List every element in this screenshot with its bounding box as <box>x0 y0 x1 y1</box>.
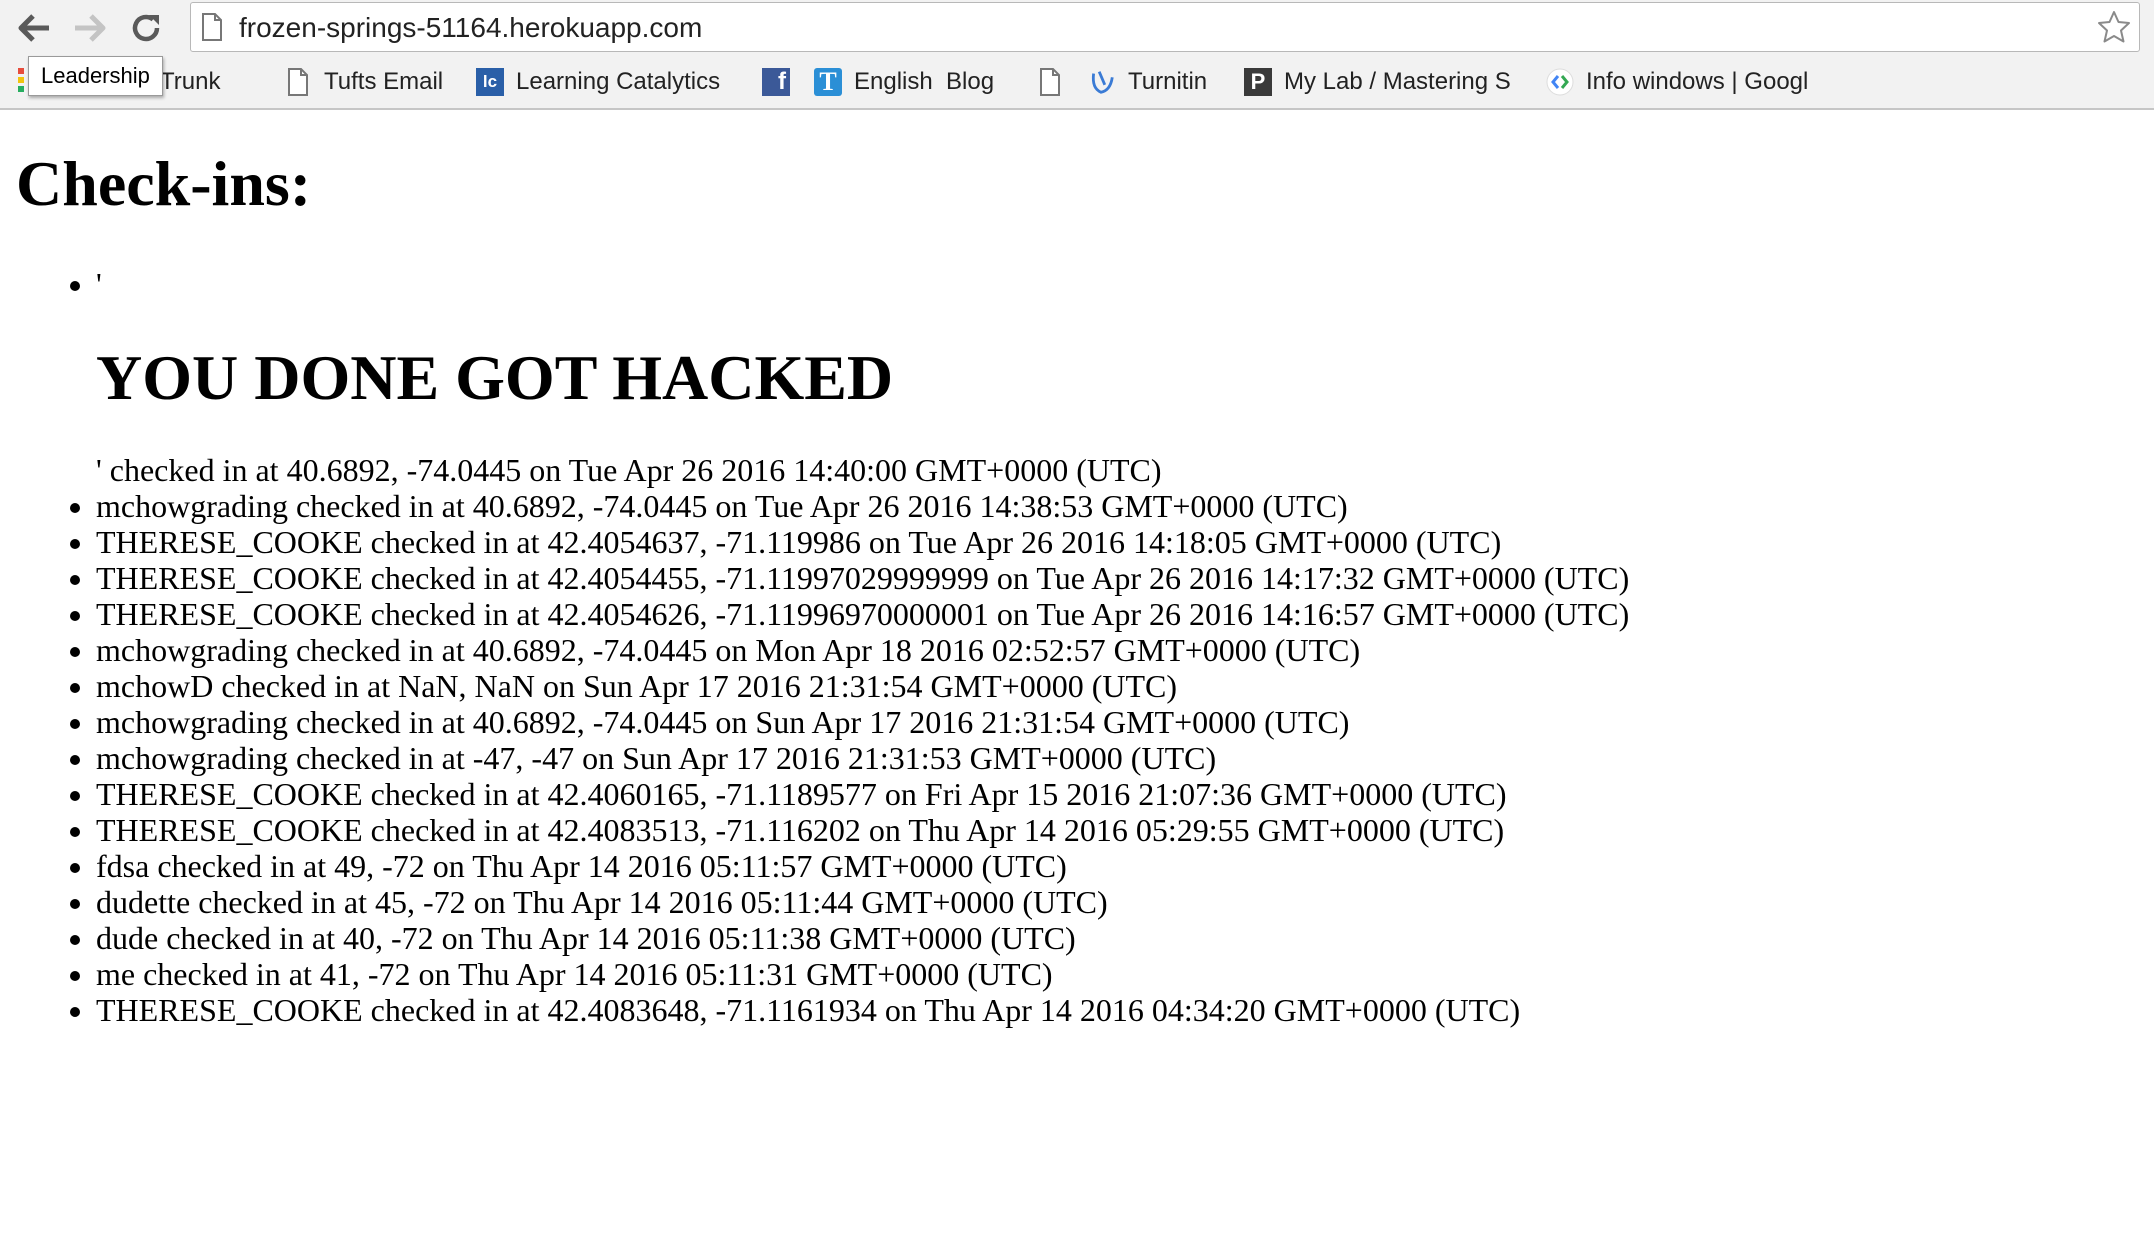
forward-arrow-icon <box>75 14 106 42</box>
list-item: THERESE_COOKE checked in at 42.4083513, … <box>96 812 2136 848</box>
list-item: THERESE_COOKE checked in at 42.4054626, … <box>96 596 2136 632</box>
checkin-list: ' YOU DONE GOT HACKED ' checked in at 40… <box>16 266 2136 1028</box>
bookmark-tooltip: Leadership <box>28 56 163 96</box>
bookmark-untitled[interactable] <box>1036 64 1076 100</box>
list-item: THERESE_COOKE checked in at 42.4054637, … <box>96 524 2136 560</box>
back-button[interactable] <box>14 8 54 48</box>
list-item: dude checked in at 40, -72 on Thu Apr 14… <box>96 920 2136 956</box>
forward-button[interactable] <box>70 8 110 48</box>
reload-button[interactable] <box>126 8 166 48</box>
facebook-icon: f <box>762 68 790 96</box>
page-icon <box>284 68 312 96</box>
bookmark-label: Learning Catalytics <box>516 68 721 95</box>
page-icon <box>201 13 223 46</box>
bookmark-label: Tufts Email <box>324 68 444 95</box>
list-item: mchowgrading checked in at 40.6892, -74.… <box>96 632 2136 668</box>
bookmark-label: Info windows | Googl <box>1586 68 1809 95</box>
bookmark-label: My Lab / Mastering S <box>1284 68 1511 95</box>
list-item-injected: ' YOU DONE GOT HACKED ' checked in at 40… <box>96 266 2136 488</box>
browser-toolbar: frozen-springs-51164.herokuapp.com <box>0 0 2154 56</box>
pearson-icon: P <box>1244 68 1272 96</box>
bookmark-english-blog[interactable]: T English Blog <box>814 64 994 100</box>
list-item: mchowgrading checked in at -47, -47 on S… <box>96 740 2136 776</box>
bookmark-star-icon[interactable] <box>2097 10 2131 49</box>
bookmark-mylab-mastering[interactable]: P My Lab / Mastering S <box>1244 64 1512 100</box>
list-item: fdsa checked in at 49, -72 on Thu Apr 14… <box>96 848 2136 884</box>
url-text[interactable]: frozen-springs-51164.herokuapp.com <box>239 12 702 44</box>
bookmark-label: English Blog <box>854 68 995 95</box>
reload-icon <box>132 14 160 42</box>
back-arrow-icon <box>18 14 49 42</box>
page-icon <box>1036 68 1064 96</box>
bookmark-tufts-email[interactable]: Tufts Email <box>284 64 443 100</box>
bookmark-label: Trunk <box>160 68 221 95</box>
list-item: THERESE_COOKE checked in at 42.4060165, … <box>96 776 2136 812</box>
bookmark-label: Turnitin <box>1128 68 1208 95</box>
list-item: dudette checked in at 45, -72 on Thu Apr… <box>96 884 2136 920</box>
list-item: me checked in at 41, -72 on Thu Apr 14 2… <box>96 956 2136 992</box>
list-item: THERESE_COOKE checked in at 42.4054455, … <box>96 560 2136 596</box>
turnitin-icon <box>1088 68 1116 96</box>
learning-catalytics-icon: lc <box>476 68 504 96</box>
injected-checkin-text: ' checked in at 40.6892, -74.0445 on Tue… <box>96 452 1162 488</box>
list-item: THERESE_COOKE checked in at 42.4083648, … <box>96 992 2136 1028</box>
typepad-icon: T <box>814 67 842 96</box>
bookmark-turnitin[interactable]: Turnitin <box>1088 64 1207 100</box>
list-item: mchowgrading checked in at 40.6892, -74.… <box>96 704 2136 740</box>
page-content: Check-ins: ' YOU DONE GOT HACKED ' check… <box>16 110 2136 1029</box>
bookmark-info-windows[interactable]: Info windows | Googl <box>1546 64 1814 100</box>
bookmark-facebook[interactable]: f <box>762 64 802 100</box>
list-item: mchowD checked in at NaN, NaN on Sun Apr… <box>96 668 2136 704</box>
address-bar[interactable]: frozen-springs-51164.herokuapp.com <box>190 2 2140 52</box>
apps-icon[interactable] <box>18 68 24 95</box>
list-item: mchowgrading checked in at 40.6892, -74.… <box>96 488 2136 524</box>
google-developers-icon <box>1546 68 1574 96</box>
injected-heading: YOU DONE GOT HACKED <box>96 342 894 413</box>
bookmark-learning-catalytics[interactable]: lc Learning Catalytics <box>476 64 720 100</box>
bookmarks-bar: Trunk Tufts Email lc Learning Catalytics… <box>0 56 2154 110</box>
page-title: Check-ins: <box>16 148 312 219</box>
injected-quote: ' <box>96 266 102 302</box>
